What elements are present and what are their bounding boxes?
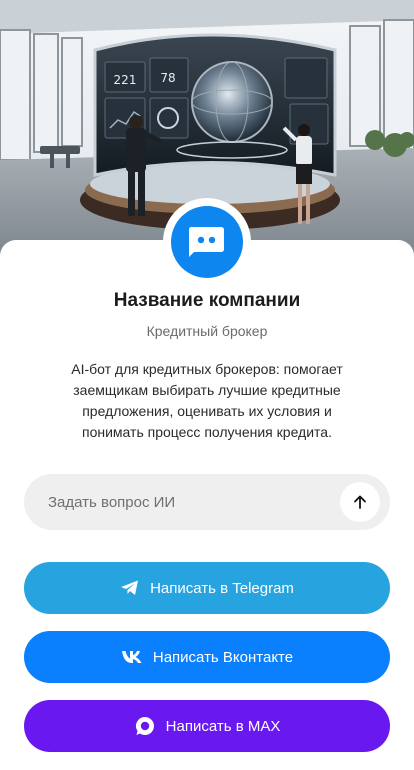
max-icon xyxy=(134,715,156,737)
telegram-button-label: Написать в Telegram xyxy=(150,579,294,597)
max-button-label: Написать в MAX xyxy=(165,717,281,735)
send-question-button[interactable] xyxy=(340,482,380,522)
vk-button-label: Написать Вконтакте xyxy=(152,648,294,666)
company-description: AI-бот для кредитных брокеров: помогает … xyxy=(71,361,343,440)
company-name: Название компании xyxy=(113,290,301,311)
company-category: Кредитный брокер xyxy=(146,323,268,339)
arrow-up-icon xyxy=(354,495,366,509)
ask-ai-box xyxy=(24,474,390,530)
bot-avatar-circle xyxy=(171,206,243,278)
chat-bot-icon xyxy=(189,227,224,257)
telegram-icon xyxy=(120,579,140,597)
write-max-button[interactable]: Написать в MAX xyxy=(24,700,390,752)
write-vk-button[interactable]: Написать Вконтакте xyxy=(24,631,390,683)
company-avatar xyxy=(163,198,251,286)
ask-ai-input[interactable] xyxy=(24,474,324,530)
vk-icon xyxy=(121,650,143,664)
write-telegram-button[interactable]: Написать в Telegram xyxy=(24,562,390,614)
hero-screen-number-1: 221 xyxy=(114,73,137,87)
hero-screen-number-2: 78 xyxy=(160,71,175,85)
